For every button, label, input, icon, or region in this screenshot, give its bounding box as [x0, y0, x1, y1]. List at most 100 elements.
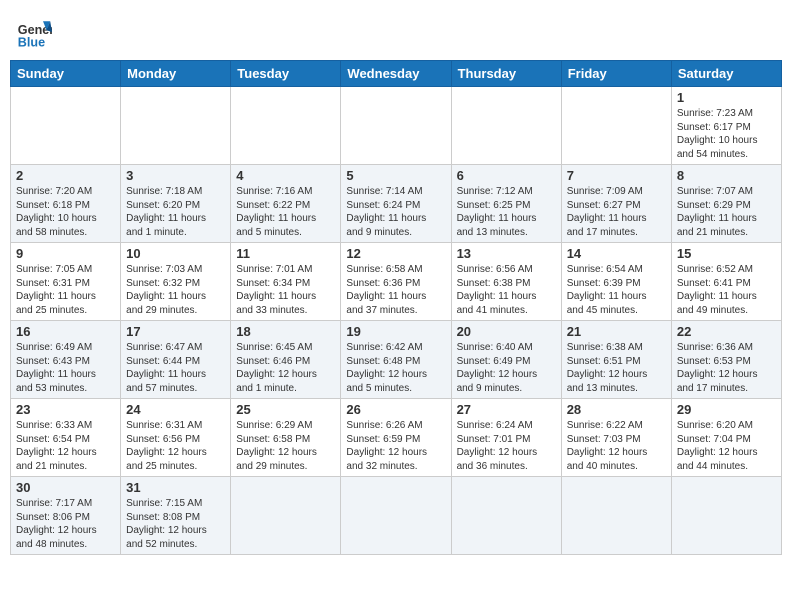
calendar-cell: 5 Sunrise: 7:14 AM Sunset: 6:24 PM Daylig…	[341, 165, 451, 243]
calendar-cell: 2Sunrise: 7:20 AM Sunset: 6:18 PM Daylig…	[11, 165, 121, 243]
calendar-cell: 6 Sunrise: 7:12 AM Sunset: 6:25 PM Daylig…	[451, 165, 561, 243]
calendar-cell	[341, 87, 451, 165]
calendar-cell: 21 Sunrise: 6:38 AM Sunset: 6:51 PM Dayli…	[561, 321, 671, 399]
calendar-cell: 26Sunrise: 6:26 AM Sunset: 6:59 PM Dayli…	[341, 399, 451, 477]
calendar-cell: 12 Sunrise: 6:58 AM Sunset: 6:36 PM Dayli…	[341, 243, 451, 321]
svg-text:Blue: Blue	[18, 35, 45, 49]
calendar-cell: 22 Sunrise: 6:36 AM Sunset: 6:53 PM Dayli…	[671, 321, 781, 399]
header-saturday: Saturday	[671, 61, 781, 87]
day-number: 5	[346, 168, 445, 183]
calendar-cell: 17 Sunrise: 6:47 AM Sunset: 6:44 PM Dayli…	[121, 321, 231, 399]
calendar-table: SundayMondayTuesdayWednesdayThursdayFrid…	[10, 60, 782, 555]
day-number: 7	[567, 168, 666, 183]
day-info: Sunrise: 6:33 AM Sunset: 6:54 PM Dayligh…	[16, 419, 115, 473]
day-number: 22	[677, 324, 776, 339]
calendar-cell: 8 Sunrise: 7:07 AM Sunset: 6:29 PM Daylig…	[671, 165, 781, 243]
header-sunday: Sunday	[11, 61, 121, 87]
day-number: 23	[16, 402, 115, 417]
day-number: 21	[567, 324, 666, 339]
calendar-cell	[451, 87, 561, 165]
calendar-cell	[11, 87, 121, 165]
day-number: 24	[126, 402, 225, 417]
day-number: 6	[457, 168, 556, 183]
header-tuesday: Tuesday	[231, 61, 341, 87]
week-row-4: 16 Sunrise: 6:49 AM Sunset: 6:43 PM Dayli…	[11, 321, 782, 399]
header-wednesday: Wednesday	[341, 61, 451, 87]
header-friday: Friday	[561, 61, 671, 87]
day-info: Sunrise: 6:38 AM Sunset: 6:51 PM Dayligh…	[567, 341, 666, 395]
day-number: 16	[16, 324, 115, 339]
calendar-cell: 18Sunrise: 6:45 AM Sunset: 6:46 PM Dayli…	[231, 321, 341, 399]
header-thursday: Thursday	[451, 61, 561, 87]
week-row-3: 9Sunrise: 7:05 AM Sunset: 6:31 PM Daylig…	[11, 243, 782, 321]
day-info: Sunrise: 6:29 AM Sunset: 6:58 PM Dayligh…	[236, 419, 335, 473]
header-monday: Monday	[121, 61, 231, 87]
calendar-cell	[121, 87, 231, 165]
day-info: Sunrise: 6:49 AM Sunset: 6:43 PM Dayligh…	[16, 341, 115, 395]
day-info: Sunrise: 7:15 AM Sunset: 8:08 PM Dayligh…	[126, 497, 225, 551]
calendar-cell: 24 Sunrise: 6:31 AM Sunset: 6:56 PM Dayli…	[121, 399, 231, 477]
day-number: 13	[457, 246, 556, 261]
day-info: Sunrise: 7:20 AM Sunset: 6:18 PM Dayligh…	[16, 185, 115, 239]
calendar-cell	[231, 87, 341, 165]
day-info: Sunrise: 7:09 AM Sunset: 6:27 PM Dayligh…	[567, 185, 666, 239]
calendar-cell	[341, 477, 451, 555]
logo-icon: General Blue	[16, 14, 52, 50]
calendar-cell: 3 Sunrise: 7:18 AM Sunset: 6:20 PM Daylig…	[121, 165, 231, 243]
calendar-cell	[561, 87, 671, 165]
day-info: Sunrise: 6:56 AM Sunset: 6:38 PM Dayligh…	[457, 263, 556, 317]
day-number: 14	[567, 246, 666, 261]
calendar-cell	[561, 477, 671, 555]
day-number: 12	[346, 246, 445, 261]
day-info: Sunrise: 6:58 AM Sunset: 6:36 PM Dayligh…	[346, 263, 445, 317]
calendar-cell: 20 Sunrise: 6:40 AM Sunset: 6:49 PM Dayli…	[451, 321, 561, 399]
calendar-cell	[231, 477, 341, 555]
day-number: 3	[126, 168, 225, 183]
day-number: 27	[457, 402, 556, 417]
day-info: Sunrise: 7:18 AM Sunset: 6:20 PM Dayligh…	[126, 185, 225, 239]
day-number: 26	[346, 402, 445, 417]
day-info: Sunrise: 6:54 AM Sunset: 6:39 PM Dayligh…	[567, 263, 666, 317]
day-number: 17	[126, 324, 225, 339]
day-info: Sunrise: 6:40 AM Sunset: 6:49 PM Dayligh…	[457, 341, 556, 395]
calendar-cell: 11 Sunrise: 7:01 AM Sunset: 6:34 PM Dayli…	[231, 243, 341, 321]
day-number: 28	[567, 402, 666, 417]
day-info: Sunrise: 6:45 AM Sunset: 6:46 PM Dayligh…	[236, 341, 335, 395]
calendar-cell: 15 Sunrise: 6:52 AM Sunset: 6:41 PM Dayli…	[671, 243, 781, 321]
day-number: 29	[677, 402, 776, 417]
day-number: 30	[16, 480, 115, 495]
day-number: 15	[677, 246, 776, 261]
day-info: Sunrise: 7:12 AM Sunset: 6:25 PM Dayligh…	[457, 185, 556, 239]
day-number: 10	[126, 246, 225, 261]
calendar-cell: 4 Sunrise: 7:16 AM Sunset: 6:22 PM Daylig…	[231, 165, 341, 243]
logo: General Blue	[16, 14, 56, 50]
day-number: 25	[236, 402, 335, 417]
day-info: Sunrise: 6:52 AM Sunset: 6:41 PM Dayligh…	[677, 263, 776, 317]
day-info: Sunrise: 6:36 AM Sunset: 6:53 PM Dayligh…	[677, 341, 776, 395]
day-info: Sunrise: 6:47 AM Sunset: 6:44 PM Dayligh…	[126, 341, 225, 395]
day-info: Sunrise: 6:31 AM Sunset: 6:56 PM Dayligh…	[126, 419, 225, 473]
calendar-header-row: SundayMondayTuesdayWednesdayThursdayFrid…	[11, 61, 782, 87]
calendar-cell: 7 Sunrise: 7:09 AM Sunset: 6:27 PM Daylig…	[561, 165, 671, 243]
day-number: 20	[457, 324, 556, 339]
day-info: Sunrise: 7:03 AM Sunset: 6:32 PM Dayligh…	[126, 263, 225, 317]
day-info: Sunrise: 7:07 AM Sunset: 6:29 PM Dayligh…	[677, 185, 776, 239]
calendar-cell: 29Sunrise: 6:20 AM Sunset: 7:04 PM Dayli…	[671, 399, 781, 477]
day-info: Sunrise: 7:01 AM Sunset: 6:34 PM Dayligh…	[236, 263, 335, 317]
day-info: Sunrise: 7:14 AM Sunset: 6:24 PM Dayligh…	[346, 185, 445, 239]
calendar-cell	[671, 477, 781, 555]
day-info: Sunrise: 7:23 AM Sunset: 6:17 PM Dayligh…	[677, 107, 776, 161]
day-number: 31	[126, 480, 225, 495]
calendar-cell: 28Sunrise: 6:22 AM Sunset: 7:03 PM Dayli…	[561, 399, 671, 477]
day-number: 8	[677, 168, 776, 183]
page-header: General Blue	[10, 10, 782, 54]
day-info: Sunrise: 7:17 AM Sunset: 8:06 PM Dayligh…	[16, 497, 115, 551]
calendar-cell: 30 Sunrise: 7:17 AM Sunset: 8:06 PM Dayli…	[11, 477, 121, 555]
day-number: 11	[236, 246, 335, 261]
day-number: 9	[16, 246, 115, 261]
calendar-cell: 16 Sunrise: 6:49 AM Sunset: 6:43 PM Dayli…	[11, 321, 121, 399]
calendar-cell: 13 Sunrise: 6:56 AM Sunset: 6:38 PM Dayli…	[451, 243, 561, 321]
day-number: 4	[236, 168, 335, 183]
calendar-cell: 10 Sunrise: 7:03 AM Sunset: 6:32 PM Dayli…	[121, 243, 231, 321]
day-info: Sunrise: 7:16 AM Sunset: 6:22 PM Dayligh…	[236, 185, 335, 239]
